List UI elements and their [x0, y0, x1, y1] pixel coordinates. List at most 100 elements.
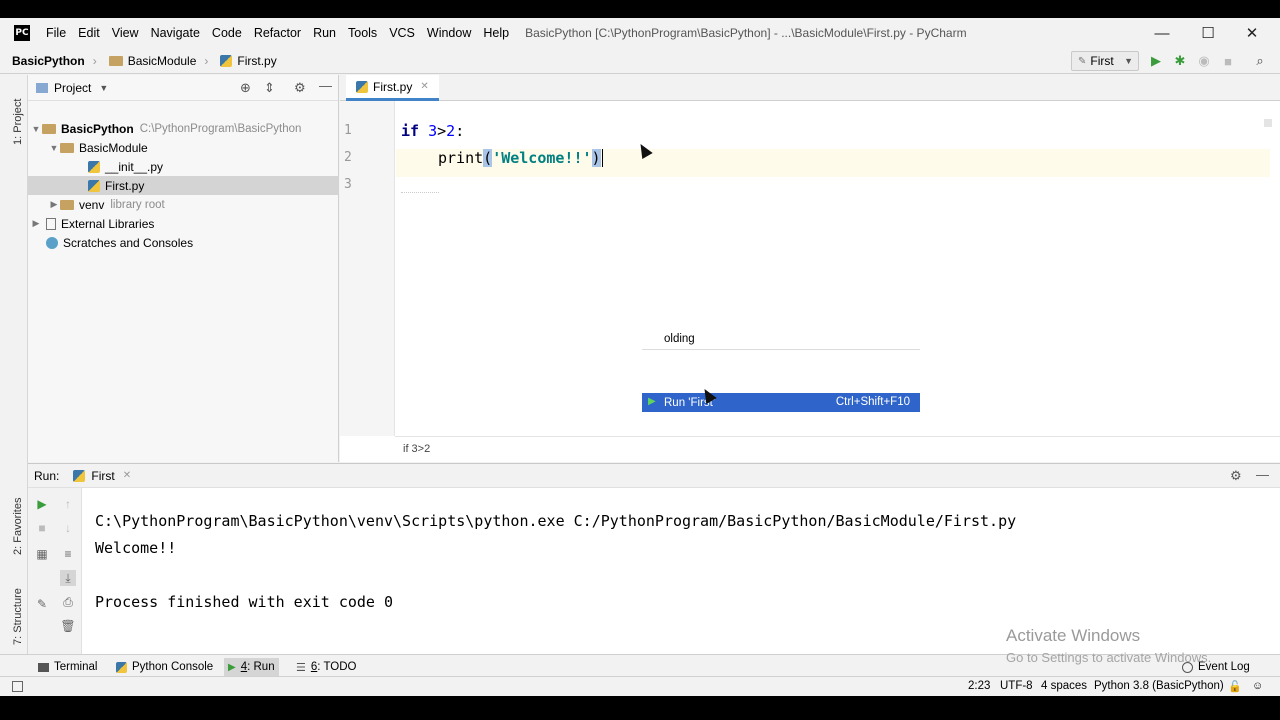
lock-icon[interactable]: 🔓	[1228, 680, 1242, 693]
project-tool-tab[interactable]: 1: Project	[12, 99, 24, 145]
run-config-select[interactable]: ✎ First ▼	[1071, 51, 1139, 71]
tab-label: Python Console	[132, 661, 214, 673]
python-console-icon	[116, 661, 127, 673]
python-run-config-icon	[73, 469, 86, 482]
tree-item-label: BasicPython	[61, 121, 134, 136]
chevron-down-icon: ▼	[1124, 56, 1133, 66]
tree-item-basicmodule[interactable]: ▼ BasicModule	[28, 138, 339, 157]
console-line: C:\PythonProgram\BasicPython\venv\Script…	[95, 512, 1017, 530]
pin-icon[interactable]: ✎	[34, 596, 50, 612]
locate-icon[interactable]: ⊕	[240, 80, 251, 96]
context-menu-folding[interactable]: olding	[642, 328, 920, 350]
scroll-to-end-icon[interactable]: ⤓	[60, 570, 76, 586]
breadcrumb-module[interactable]: BasicModule ›	[108, 54, 208, 68]
caret-position[interactable]: 2:23	[968, 680, 990, 692]
menu-refactor[interactable]: Refactor	[248, 26, 307, 40]
tab-run[interactable]: ▶ 4: Run	[224, 658, 279, 676]
project-view-icon	[36, 82, 48, 93]
tab-terminal[interactable]: Terminal	[34, 658, 101, 676]
favorites-tool-tab[interactable]: 2: Favorites	[12, 498, 24, 555]
activate-windows-subtitle: Go to Settings to activate Windows.	[1006, 650, 1212, 665]
shortcut-label: Ctrl+Shift+F10	[835, 396, 910, 408]
indent-setting[interactable]: 4 spaces	[1041, 680, 1087, 692]
menu-help[interactable]: Help	[477, 26, 515, 40]
run-icon[interactable]: ▶	[1148, 53, 1164, 69]
gear-icon[interactable]: ⚙	[294, 80, 306, 96]
tree-item-label: __init__.py	[105, 159, 164, 174]
tab-todo[interactable]: ☰ 6: TODO	[292, 658, 360, 676]
python-interpreter[interactable]: Python 3.8 (BasicPython)	[1094, 680, 1224, 692]
paren-token: )	[591, 149, 601, 167]
tab-first-py[interactable]: First.py ✕	[346, 75, 439, 101]
tab-label: : TODO	[317, 661, 357, 673]
expanded-arrow-icon[interactable]: ▼	[30, 124, 42, 134]
soft-wrap-icon[interactable]: ≡	[60, 546, 76, 562]
layout-icon[interactable]: ▦	[34, 546, 50, 562]
project-panel: Project ▼ ⊕ ⇕ ⚙ — ▼ BasicPython C:\Pytho…	[28, 75, 339, 462]
menu-window[interactable]: Window	[421, 26, 477, 40]
expanded-arrow-icon[interactable]: ▼	[48, 143, 60, 153]
file-encoding[interactable]: UTF-8	[1000, 680, 1033, 692]
close-tab-icon[interactable]: ✕	[420, 81, 428, 92]
up-arrow-icon[interactable]: ↑	[60, 496, 76, 512]
tree-item-external-libraries[interactable]: ▶ External Libraries	[28, 214, 339, 233]
tree-item-path: C:\PythonProgram\BasicPython	[139, 122, 302, 135]
hide-icon[interactable]: —	[319, 78, 332, 93]
toggle-tool-windows-icon[interactable]	[12, 681, 23, 692]
tree-item-init-py[interactable]: __init__.py	[28, 157, 339, 176]
code-line-2[interactable]: print('Welcome!!')	[438, 149, 603, 167]
collapsed-arrow-icon[interactable]: ▶	[30, 218, 42, 229]
menu-code[interactable]: Code	[206, 26, 248, 40]
tree-item-basicpython[interactable]: ▼ BasicPython C:\PythonProgram\BasicPyth…	[28, 119, 339, 138]
run-tab-first[interactable]: First	[91, 469, 114, 483]
rerun-icon[interactable]: ▶	[34, 496, 50, 512]
menu-tools[interactable]: Tools	[342, 26, 383, 40]
notifications-icon[interactable]: ☺	[1252, 680, 1263, 692]
python-run-config-icon: ✎	[1078, 55, 1087, 67]
todo-list-icon: ☰	[296, 661, 306, 674]
menu-run[interactable]: Run	[307, 26, 342, 40]
collapsed-arrow-icon[interactable]: ▶	[48, 199, 60, 210]
breadcrumb-file[interactable]: First.py	[220, 54, 277, 68]
activate-windows-title: Activate Windows	[1006, 626, 1141, 645]
tree-item-first-py[interactable]: First.py	[28, 176, 339, 195]
print-icon[interactable]: ⎙	[60, 594, 76, 610]
collapse-all-icon[interactable]: ⇕	[264, 80, 275, 96]
close-button[interactable]: ✕	[1230, 18, 1274, 48]
editor-breadcrumb[interactable]: if 3>2	[395, 436, 1280, 462]
project-view-select[interactable]: Project	[54, 81, 91, 95]
hide-icon[interactable]: —	[1256, 467, 1269, 482]
folder-icon	[42, 123, 56, 134]
search-icon[interactable]: ⌕	[1252, 53, 1268, 69]
coverage-icon[interactable]: ◉	[1196, 53, 1212, 69]
trash-icon[interactable]: 🗑	[60, 618, 76, 634]
menu-navigate[interactable]: Navigate	[145, 26, 206, 40]
breadcrumb-project[interactable]: BasicPython ›	[12, 54, 97, 68]
tree-item-scratches[interactable]: Scratches and Consoles	[28, 233, 339, 252]
title-bar: PC File Edit View Navigate Code Refactor…	[0, 18, 1280, 48]
tab-python-console[interactable]: Python Console	[112, 658, 217, 676]
console-line: Process finished with exit code 0	[95, 593, 394, 611]
scratches-icon	[46, 236, 58, 249]
gear-icon[interactable]: ⚙	[1230, 468, 1242, 484]
tab-label: : Run	[247, 661, 275, 673]
menu-file[interactable]: File	[40, 26, 72, 40]
tree-item-venv[interactable]: ▶ venv library root	[28, 195, 339, 214]
stop-icon[interactable]: ■	[34, 520, 50, 536]
folder-icon	[60, 199, 74, 210]
down-arrow-icon[interactable]: ↓	[60, 520, 76, 536]
code-line-1[interactable]: if 3>2:	[401, 122, 464, 140]
left-tool-strip: 1: Project 2: Favorites 7: Structure	[0, 75, 28, 668]
close-tab-icon[interactable]: ✕	[123, 470, 131, 481]
context-menu-run-first[interactable]: ▶ Run 'First' Ctrl+Shift+F10	[642, 393, 920, 412]
maximize-button[interactable]: ☐	[1186, 18, 1230, 48]
indent-guide	[401, 192, 439, 193]
stop-icon[interactable]: ■	[1220, 53, 1236, 69]
chevron-down-icon[interactable]: ▼	[99, 83, 108, 93]
menu-vcs[interactable]: VCS	[383, 26, 421, 40]
minimize-button[interactable]: —	[1140, 18, 1184, 48]
menu-edit[interactable]: Edit	[72, 26, 106, 40]
structure-tool-tab[interactable]: 7: Structure	[12, 588, 24, 645]
debug-icon[interactable]: ✱	[1172, 53, 1188, 69]
menu-view[interactable]: View	[106, 26, 145, 40]
